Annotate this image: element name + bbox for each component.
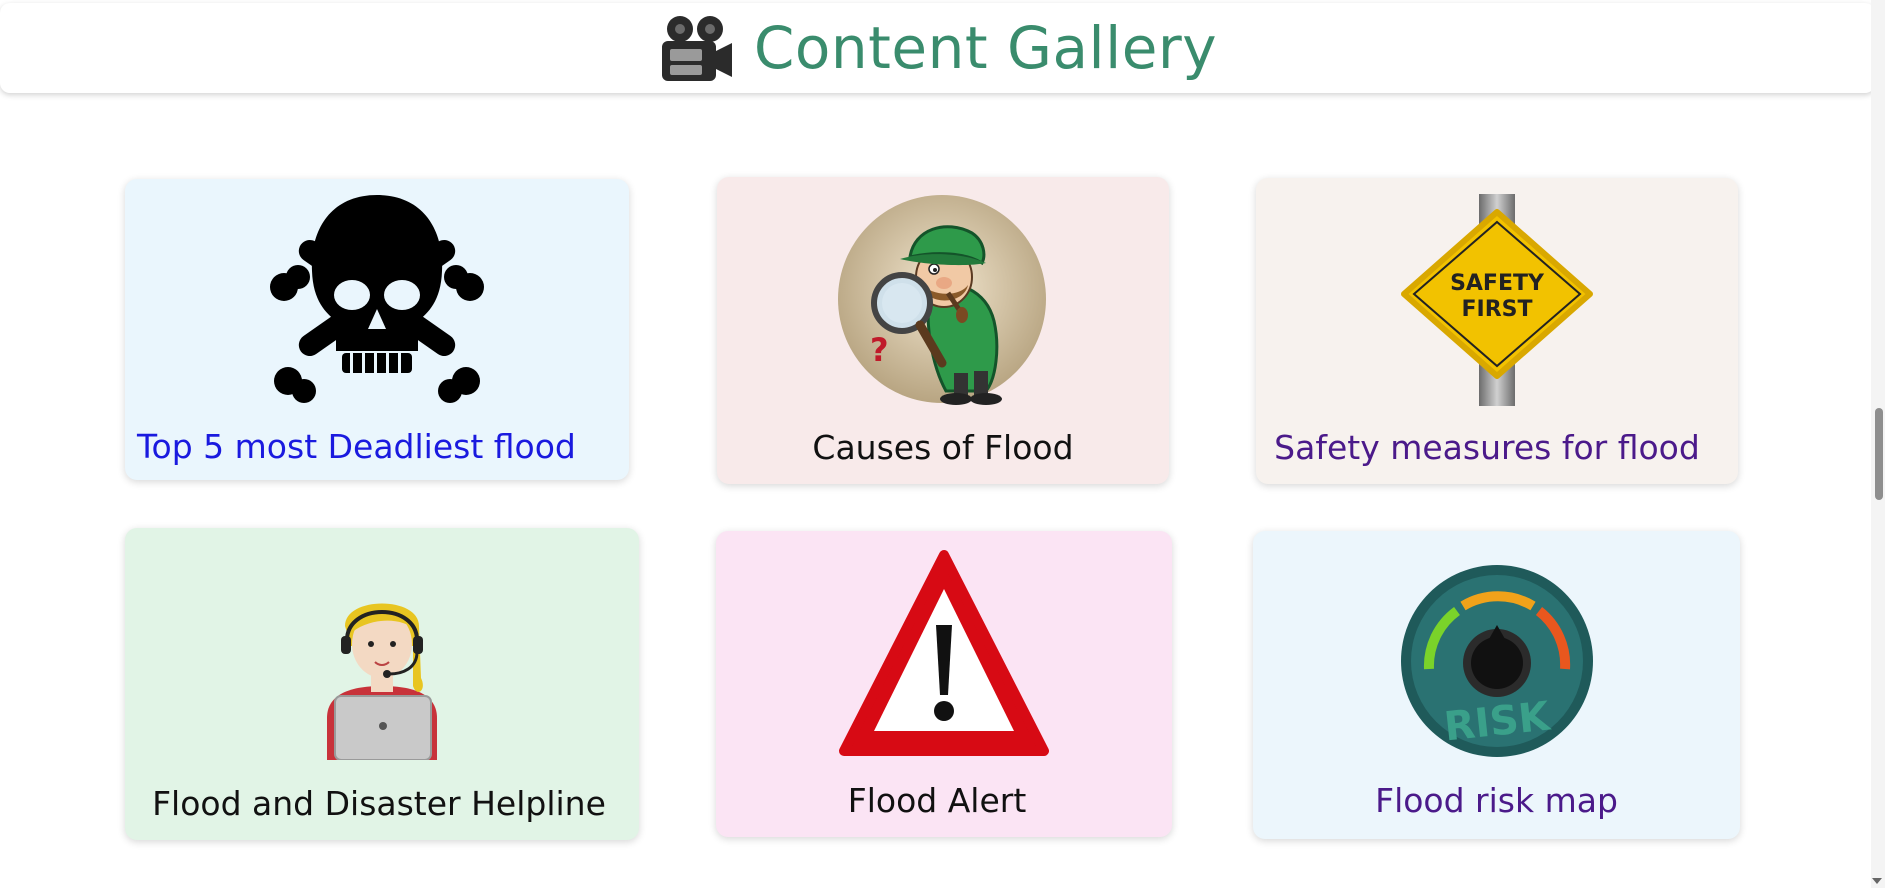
page: Content Gallery Top 5 most Deadliest flo… (0, 0, 1885, 888)
card-label-safety-measures: Safety measures for flood (1274, 428, 1700, 467)
helpline-operator-icon (327, 603, 437, 760)
card-label-helpline: Flood and Disaster Helpline (152, 784, 606, 823)
skull-crossbones-icon (270, 195, 484, 403)
card-causes-of-flood[interactable]: ? Causes of Flood (717, 177, 1169, 484)
scroll-down-arrow-icon[interactable] (1872, 878, 1882, 884)
warning-triangle-icon (839, 550, 1049, 756)
card-label-flood-alert: Flood Alert (847, 781, 1027, 820)
card-helpline[interactable]: Flood and Disaster Helpline (125, 528, 639, 840)
card-flood-risk-map[interactable]: RISK Flood risk map (1253, 531, 1740, 839)
scrollbar-thumb[interactable] (1875, 408, 1883, 500)
sign-text-safety: SAFETY (1450, 271, 1545, 296)
detective-magnifier-icon: ? (838, 195, 1046, 405)
page-scrollbar[interactable] (1871, 0, 1885, 888)
risk-gauge-icon: RISK (1400, 565, 1593, 757)
gallery-header: Content Gallery (0, 3, 1875, 93)
card-flood-alert[interactable]: Flood Alert (716, 531, 1172, 837)
card-label-causes-of-flood: Causes of Flood (812, 428, 1074, 467)
card-label-deadliest-flood: Top 5 most Deadliest flood (137, 427, 576, 466)
card-safety-measures[interactable]: SAFETY FIRST Safety measures for flood (1256, 178, 1738, 484)
movie-camera-icon (661, 16, 732, 81)
card-deadliest-flood[interactable]: Top 5 most Deadliest flood (125, 179, 629, 480)
card-label-flood-risk-map: Flood risk map (1375, 781, 1618, 820)
page-title: Content Gallery (753, 14, 1218, 82)
svg-text:?: ? (870, 331, 889, 369)
safety-first-sign-icon: SAFETY FIRST (1401, 194, 1593, 406)
sign-text-first: FIRST (1461, 297, 1532, 322)
